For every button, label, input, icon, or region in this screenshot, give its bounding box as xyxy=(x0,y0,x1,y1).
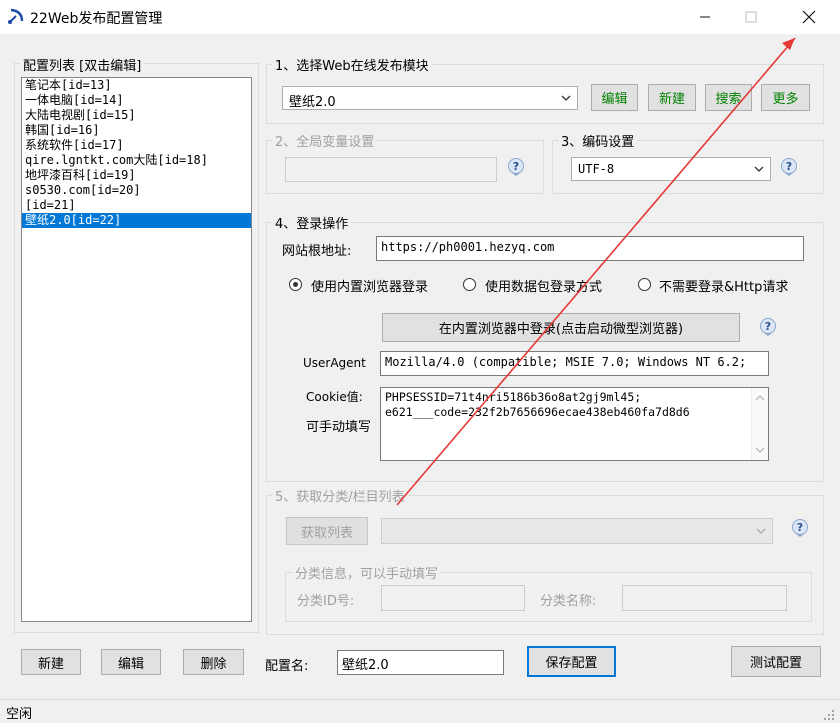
annotation-arrow xyxy=(396,37,796,506)
